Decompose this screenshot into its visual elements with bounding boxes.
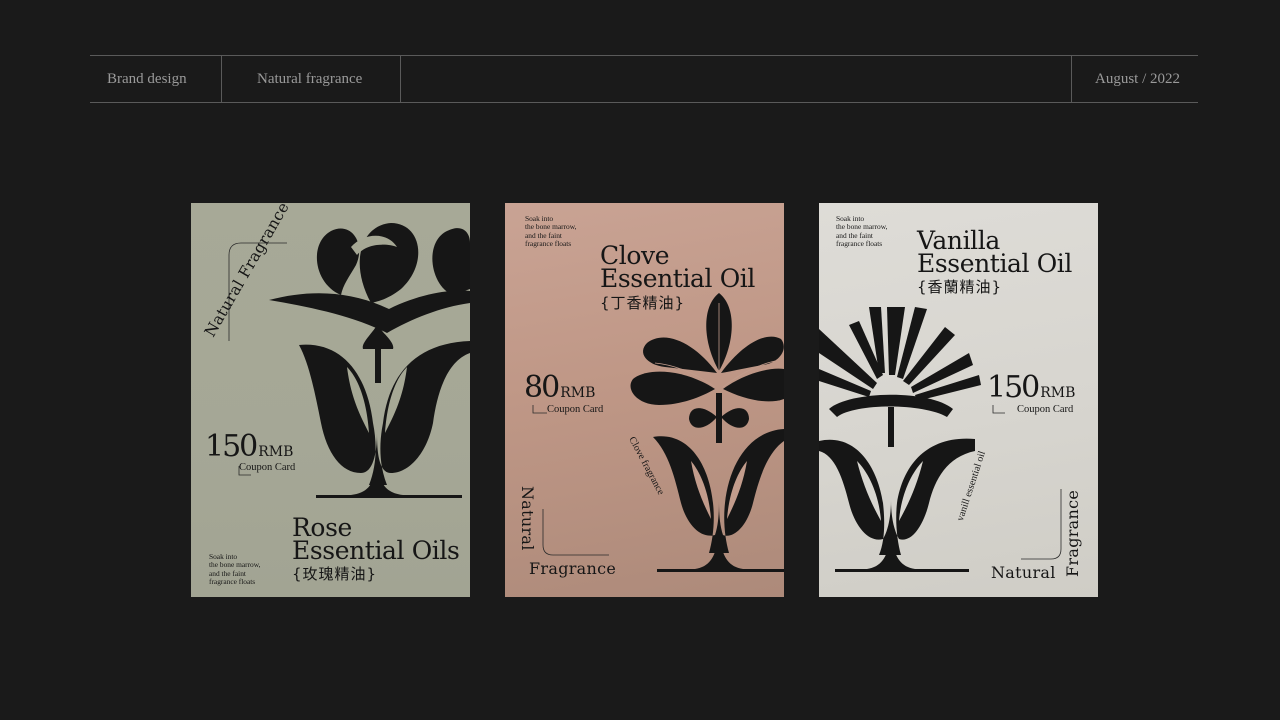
vanilla-coupon-card: Soak into the bone marrow, and the faint… (819, 203, 1098, 597)
nav-brand-design[interactable]: Brand design (90, 56, 222, 102)
product-title-cn: {香蘭精油} (917, 278, 1003, 296)
tagline: Soak into the bone marrow, and the faint… (836, 214, 887, 248)
tagline-line: fragrance floats (209, 576, 256, 586)
price-number: 150 (987, 370, 1040, 405)
brand-text-vertical: Fragrance (1063, 489, 1082, 577)
header-bar: Brand design Natural fragrance August / … (90, 55, 1198, 103)
price-value: 150 RMB (987, 373, 1075, 408)
tagline: Soak into the bone marrow, and the faint… (209, 552, 260, 586)
coupon-label: Coupon Card (1017, 404, 1074, 415)
tagline-line: fragrance floats (836, 238, 883, 248)
brand-text-horizontal: Fragrance (529, 559, 617, 578)
price-value: 80 RMB (524, 373, 595, 408)
product-title-cn: {玫瑰精油} (292, 565, 378, 583)
brand-text-horizontal: Natural (991, 563, 1056, 582)
header-date: August / 2022 (1071, 56, 1198, 102)
coupon-label: Coupon Card (239, 462, 296, 473)
price-number: 80 (524, 370, 560, 405)
product-title-cn: {丁香精油} (600, 294, 686, 312)
product-title: Rose Essential Oils (292, 515, 460, 565)
clove-coupon-card: Soak into the bone marrow, and the faint… (505, 203, 784, 597)
price-currency: RMB (258, 444, 294, 460)
title-line-2: Essential Oil (917, 249, 1072, 278)
product-title: Clove Essential Oil (600, 243, 755, 293)
price-currency: RMB (1040, 385, 1076, 401)
price-currency: RMB (560, 385, 596, 401)
product-title: Vanilla Essential Oil (917, 228, 1072, 278)
rose-coupon-card: Natural Fragrance 150 RMB Coupon Card Soa… (191, 203, 470, 597)
price-number: 150 (205, 429, 258, 464)
tagline-line: fragrance floats (525, 238, 572, 248)
tagline: Soak into the bone marrow, and the faint… (525, 214, 576, 248)
coupon-label: Coupon Card (547, 404, 604, 415)
brand-text-vertical: Natural (518, 486, 537, 551)
title-line-2: Essential Oil (600, 264, 755, 293)
nav-natural-fragrance[interactable]: Natural fragrance (222, 56, 401, 102)
title-line-2: Essential Oils (292, 536, 460, 565)
